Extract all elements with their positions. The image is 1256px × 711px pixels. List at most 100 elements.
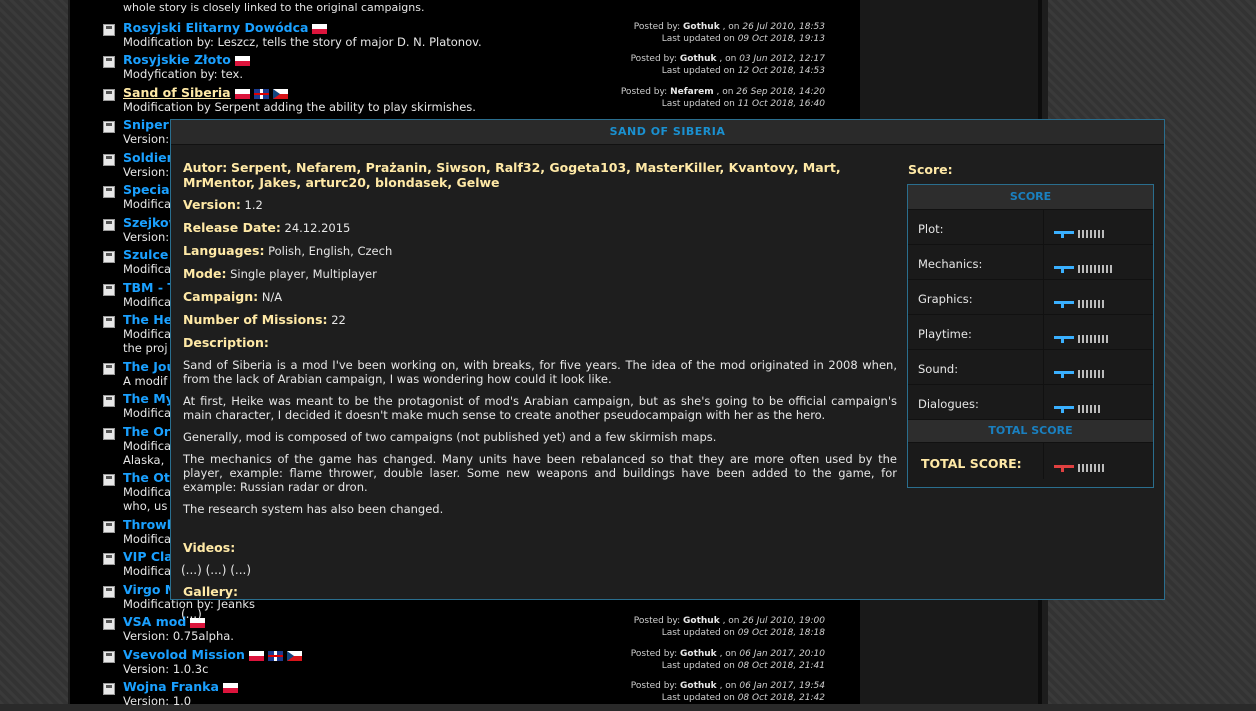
score-value [1054, 363, 1104, 378]
score-value [1054, 258, 1112, 273]
languages-value: Polish, English, Czech [268, 244, 393, 258]
floppy-icon [103, 363, 115, 375]
mod-description-line2: Alaska, [123, 453, 165, 467]
score-row: Mechanics: [908, 245, 1153, 280]
mod-title-link[interactable]: Special [123, 182, 174, 197]
description-paragraph: At first, Heike was meant to be the prot… [183, 394, 897, 422]
score-value [1054, 293, 1104, 308]
gun-icon [1054, 370, 1074, 378]
mod-description: Version: [123, 132, 170, 146]
mod-title-link[interactable]: Sand of Siberia [123, 85, 288, 100]
mod-title-link[interactable]: The Jou [123, 359, 175, 374]
floppy-icon [103, 121, 115, 133]
flag-pl-icon [312, 23, 328, 34]
mod-description: Modificat [123, 262, 176, 276]
videos-links[interactable]: (...) (...) (...) [181, 563, 251, 577]
rating-bars [1078, 264, 1112, 273]
floppy-icon [103, 316, 115, 328]
score-label: Score: [908, 162, 953, 177]
mod-title-link[interactable]: Rosyjski Elitarny Dowódca [123, 20, 328, 35]
flag-en-icon [253, 88, 269, 99]
author-link[interactable]: Gothuk [683, 22, 720, 32]
floppy-icon [103, 651, 115, 663]
score-value [1054, 398, 1100, 413]
description-paragraph: The mechanics of the game has changed. M… [183, 452, 897, 494]
mod-description: Modificat [123, 532, 176, 546]
score-category: Sound: [908, 350, 1044, 384]
rating-bars [1078, 404, 1100, 413]
post-meta: Posted by: Gothuk , on 26 Jul 2010, 18:5… [633, 22, 825, 44]
author-link[interactable]: Gothuk [683, 616, 720, 626]
mod-description: Modificat [123, 327, 176, 341]
description-label: Description: [183, 335, 269, 350]
popup-title: SAND OF SIBERIA [171, 120, 1164, 145]
mod-title-link[interactable]: Throwb [123, 517, 176, 532]
post-meta: Posted by: Nefarem , on 26 Sep 2018, 14:… [620, 87, 825, 109]
score-table: SCORE Plot: Mechanics: Graphics: Playtime: S… [907, 184, 1154, 488]
list-item: Rosyjski Elitarny Dowódca Modification by… [100, 20, 825, 52]
flag-cz-icon [286, 650, 302, 661]
mod-title-link[interactable]: Wojna Franka [123, 679, 238, 694]
score-row: Dialogues: [908, 385, 1153, 420]
list-item: Wojna Franka Version: 1.0 Posted by: Gothu… [100, 679, 825, 711]
rating-bars [1078, 229, 1104, 238]
mod-title-link[interactable]: VIP Cla [123, 549, 173, 564]
post-meta: Posted by: Gothuk , on 06 Jan 2017, 20:1… [630, 649, 825, 671]
mod-description: Version: 1.0 [123, 694, 192, 708]
videos-label: Videos: [183, 540, 236, 555]
author-link[interactable]: Gothuk [680, 681, 717, 691]
score-category: Playtime: [908, 315, 1044, 349]
flag-cz-icon [272, 88, 288, 99]
mod-description: Modificat [123, 439, 176, 453]
version-label: Version: [183, 197, 241, 212]
score-category: Graphics: [908, 280, 1044, 314]
floppy-icon [103, 89, 115, 101]
floppy-icon [103, 56, 115, 68]
gun-icon [1054, 265, 1074, 273]
mod-title-link[interactable]: Rosyjskie Złoto [123, 52, 250, 67]
floppy-icon [103, 154, 115, 166]
description-paragraph: The research system has also been change… [183, 502, 444, 516]
mod-title-link[interactable]: Vsevolod Mission [123, 647, 302, 662]
flag-pl-icon [234, 55, 250, 66]
gun-icon [1054, 405, 1074, 413]
list-item: Vsevolod Mission Version: 1.0.3c Posted by… [100, 647, 825, 679]
gun-icon [1054, 230, 1074, 238]
mod-description: Modyfication by: tex. [123, 67, 244, 81]
floppy-icon [103, 683, 115, 695]
mode-label: Mode: [183, 266, 227, 281]
floppy-icon [103, 428, 115, 440]
mod-title-link[interactable]: Sniper [123, 117, 169, 132]
gun-icon [1054, 335, 1074, 343]
mod-description-line2: who, us [123, 499, 168, 513]
mod-description: Modificat [123, 295, 176, 309]
languages-label: Languages: [183, 243, 265, 258]
autor-label: Autor: [183, 160, 228, 175]
rating-bars [1078, 463, 1104, 472]
score-category: Dialogues: [908, 385, 1044, 419]
campaign-label: Campaign: [183, 289, 259, 304]
gallery-section: Gallery: (...) [181, 584, 238, 621]
flag-en-icon [267, 650, 283, 661]
flag-pl-icon [234, 88, 250, 99]
videos-section: Videos: (...) (...) (...) [181, 540, 251, 577]
floppy-icon [103, 618, 115, 630]
floppy-icon [103, 395, 115, 407]
author-link[interactable]: Gothuk [680, 649, 717, 659]
list-item: Sand of Siberia Modification by Serpent a… [100, 85, 825, 117]
floppy-icon [103, 586, 115, 598]
mod-info: Autor: Serpent, Nefarem, Prażanin, Siwso… [183, 160, 897, 524]
score-row: Sound: [908, 350, 1153, 385]
floppy-icon [103, 186, 115, 198]
floppy-icon [103, 284, 115, 296]
mod-description: A modif [123, 374, 168, 388]
description-paragraph: Sand of Siberia is a mod I've been worki… [183, 358, 897, 386]
post-meta: Posted by: Gothuk , on 03 Jun 2012, 12:1… [630, 54, 825, 76]
rating-bars [1078, 299, 1104, 308]
author-link[interactable]: Gothuk [680, 54, 717, 64]
gallery-links[interactable]: (...) [181, 607, 202, 621]
description-paragraph: Generally, mod is composed of two campai… [183, 430, 717, 444]
author-link[interactable]: Nefarem [670, 87, 714, 97]
list-item: Rosyjskie Złoto Modyfication by: tex. Post… [100, 52, 825, 84]
mod-title-link[interactable]: TBM - T [123, 280, 176, 295]
